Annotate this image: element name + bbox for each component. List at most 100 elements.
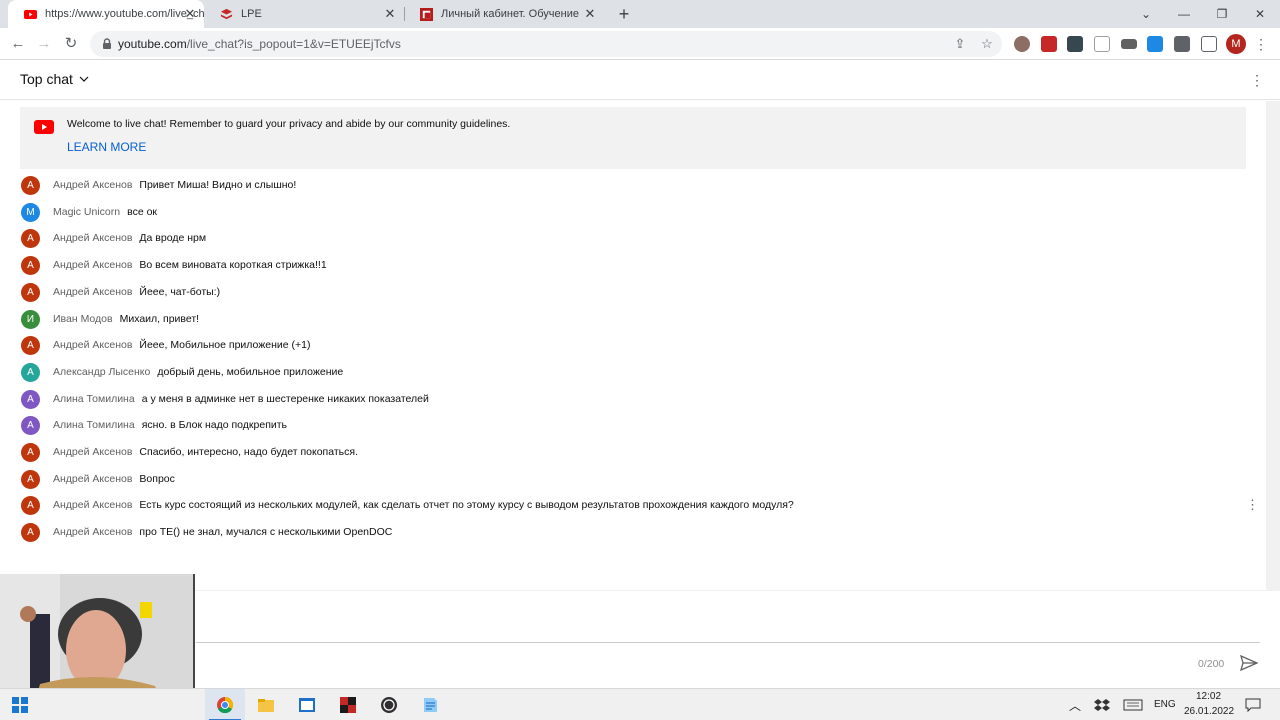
author-avatar[interactable]: А [21,496,40,516]
author-avatar[interactable]: А [21,229,40,249]
author-name[interactable]: Алина Томилина [53,419,135,431]
message-text: ясно. в Блок надо подкрепить [141,419,288,432]
taskbar-explorer[interactable] [246,689,286,720]
keyboard-icon[interactable] [1123,698,1143,712]
minimize-icon[interactable]: — [1165,0,1203,28]
chat-message[interactable]: А Андрей Аксенов Есть курс состоящий из не… [0,492,1266,519]
author-avatar[interactable]: А [21,256,40,276]
author-name[interactable]: Андрей Аксенов [53,499,132,511]
chat-message[interactable]: А Андрей Аксенов Йеее, чат-боты:) [0,279,1266,306]
author-name[interactable]: Андрей Аксенов [53,526,132,538]
message-line: Андрей Аксенов Спасибо, интересно, надо б… [53,446,358,458]
author-name[interactable]: Александр Лысенко [53,366,150,378]
author-avatar[interactable]: А [21,443,40,462]
tab-lpe[interactable]: LPE ✕ [204,0,404,28]
author-avatar[interactable]: M [21,202,40,222]
taskbar-obs[interactable] [369,689,409,720]
message-line: Андрей Аксенов Да вроде нрм [53,232,206,244]
author-avatar[interactable]: А [21,282,40,302]
side-panel-icon[interactable] [1201,36,1217,52]
tab-cabinet[interactable]: Личный кабинет. Обучение ✕ [404,0,604,28]
author-avatar[interactable]: И [21,309,40,329]
message-menu-icon[interactable]: ⋮ [1246,496,1259,514]
chat-message[interactable]: А Андрей Аксенов про TE() не знал, мучался… [0,519,1266,546]
message-line: Алина Томилина ясно. в Блок надо подкрепи… [53,419,287,431]
author-avatar[interactable]: А [21,176,40,195]
author-name[interactable]: Иван Модов [53,313,113,325]
author-name[interactable]: Андрей Аксенов [53,446,132,458]
author-name[interactable]: Андрей Аксенов [53,259,132,271]
author-name[interactable]: Андрей Аксенов [53,339,132,351]
author-avatar[interactable]: А [21,362,40,382]
restore-icon[interactable]: ❐ [1203,0,1241,28]
chat-message[interactable]: А Андрей Аксенов Йеее, Мобильное приложени… [0,332,1266,359]
address-bar[interactable]: youtube.com/live_chat?is_popout=1&v=ETUE… [90,31,1002,57]
taskbar-chrome[interactable] [205,689,245,720]
extension-icon[interactable] [1121,39,1137,49]
share-icon[interactable]: ⇪ [952,36,968,52]
more-options-icon[interactable]: ⋮ [1250,70,1264,90]
message-line: Александр Лысенко добрый день, мобильное … [53,366,343,378]
author-name[interactable]: Андрей Аксенов [53,232,132,244]
reload-icon[interactable]: ↻ [59,32,83,56]
chat-message[interactable]: А Александр Лысенко добрый день, мобильное… [0,359,1266,386]
chat-message[interactable]: M Magic Unicorn все ок [0,199,1266,226]
chat-message[interactable]: А Алина Томилина а у меня в админке нет в … [0,386,1266,413]
chat-mode-label: Top chat [20,71,73,87]
chat-message[interactable]: А Андрей Аксенов Привет Миша! Видно и слыш… [0,172,1266,199]
tray-chevron-icon[interactable]: ︿ [1069,697,1081,714]
chat-message[interactable]: А Андрей Аксенов Да вроде нрм [0,225,1266,252]
clock-time[interactable]: 12:02 [1196,691,1221,702]
chat-input[interactable] [196,642,1260,643]
extension-icon[interactable] [1041,36,1057,52]
profile-avatar[interactable]: M [1226,34,1246,54]
close-icon[interactable]: ✕ [582,6,598,22]
close-icon[interactable]: ✕ [382,6,398,22]
char-counter: 0/200 [1198,658,1225,670]
author-avatar[interactable]: А [21,336,40,356]
taskbar-app[interactable] [410,689,450,720]
chat-scrollbar[interactable] [1266,101,1280,590]
new-tab-button[interactable]: + [614,4,634,24]
lpe-icon [220,8,233,19]
taskbar-app[interactable] [287,689,327,720]
chat-mode-dropdown[interactable]: Top chat [20,71,89,87]
chat-message[interactable]: А Алина Томилина ясно. в Блок надо подкреп… [0,412,1266,439]
window-close-icon[interactable]: ✕ [1241,0,1279,28]
author-avatar[interactable]: А [21,469,40,489]
chat-message[interactable]: И Иван Модов Михаил, привет! [0,306,1266,333]
bookmark-star-icon[interactable]: ☆ [979,36,995,52]
extension-icon[interactable] [1067,36,1083,52]
chat-message[interactable]: А Андрей Аксенов Во всем виновата короткая… [0,252,1266,279]
author-name[interactable]: Андрей Аксенов [53,473,132,485]
tab-youtube[interactable]: https://www.youtube.com/live_ch ✕ [8,0,204,28]
window-app-icon [299,698,315,712]
taskbar-app[interactable] [328,689,368,720]
extension-icon[interactable] [1147,36,1163,52]
author-avatar[interactable]: А [21,389,40,409]
pocket-icon[interactable] [1094,36,1110,52]
author-name[interactable]: Magic Unicorn [53,206,120,218]
tab-search-icon[interactable]: ⌄ [1127,0,1165,28]
author-name[interactable]: Андрей Аксенов [53,286,132,298]
close-icon[interactable]: ✕ [182,6,198,22]
puzzle-icon[interactable] [1174,36,1190,52]
clock-date[interactable]: 26.01.2022 [1184,706,1234,717]
language-indicator[interactable]: ENG [1154,699,1176,710]
author-name[interactable]: Андрей Аксенов [53,179,132,191]
chat-message[interactable]: А Андрей Аксенов Вопрос [0,466,1266,493]
forward-icon[interactable]: → [32,32,56,56]
chat-message[interactable]: А Андрей Аксенов Спасибо, интересно, надо … [0,439,1266,466]
tab-title: https://www.youtube.com/live_ch [45,8,204,20]
back-icon[interactable]: ← [6,32,30,56]
start-button[interactable] [0,689,40,720]
browser-menu-icon[interactable]: ⋮ [1254,34,1268,54]
extension-icon[interactable] [1014,36,1030,52]
author-avatar[interactable]: А [21,523,40,543]
author-avatar[interactable]: А [21,416,40,436]
send-icon[interactable] [1240,655,1258,671]
notification-icon[interactable] [1245,698,1261,712]
learn-more-link[interactable]: LEARN MORE [67,140,146,154]
dropbox-icon[interactable] [1094,698,1110,712]
author-name[interactable]: Алина Томилина [53,393,135,405]
